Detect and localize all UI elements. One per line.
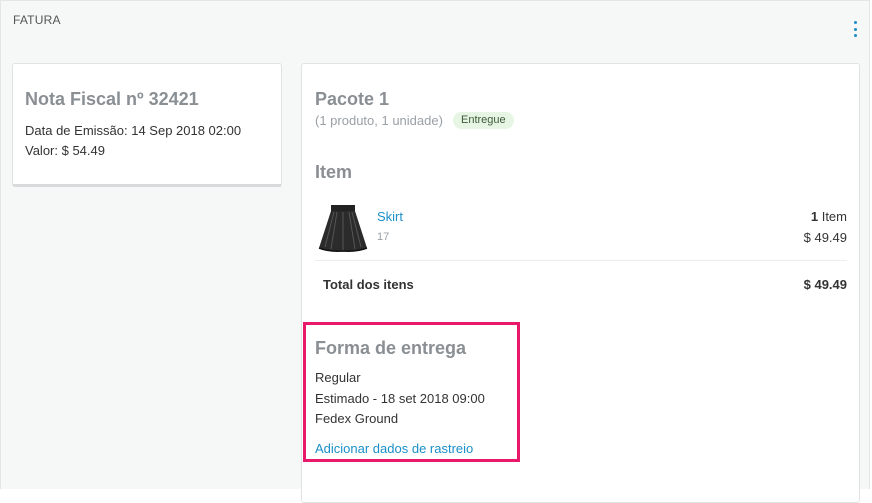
section-title: FATURA xyxy=(13,13,61,27)
divider xyxy=(315,260,847,261)
invoice-title: Nota Fiscal nº 32421 xyxy=(25,89,199,109)
invoice-value: Valor: $ 54.49 xyxy=(25,143,105,158)
item-name-link[interactable]: Skirt xyxy=(377,209,403,224)
item-quantity: 1 Item xyxy=(811,209,847,224)
items-heading: Item xyxy=(315,162,353,182)
package-title: Pacote 1 xyxy=(315,89,390,109)
item-qty-unit: Item xyxy=(821,209,847,224)
item-qty-number: 1 xyxy=(810,209,819,224)
status-badge: Entregue xyxy=(453,112,514,129)
emission-date: Data de Emissão: 14 Sep 2018 02:00 xyxy=(25,123,242,138)
invoice-panel: FATURA Nota Fiscal nº 32421 Data de Emis… xyxy=(0,0,870,503)
shipping-title: Forma de entrega xyxy=(315,338,467,358)
shipping-method: Regular xyxy=(315,370,361,385)
package-card: Pacote 1 (1 produto, 1 unidade) Entregue… xyxy=(301,63,860,503)
skirt-icon xyxy=(318,205,368,252)
total-value: $ 49.49 xyxy=(803,277,847,292)
total-label: Total dos itens xyxy=(323,277,414,292)
item-price: $ 49.49 xyxy=(803,230,847,245)
shipping-estimate: Estimado - 18 set 2018 09:00 xyxy=(315,391,485,406)
add-tracking-link[interactable]: Adicionar dados de rastreio xyxy=(315,441,473,456)
invoice-card: Nota Fiscal nº 32421 Data de Emissão: 14… xyxy=(12,63,282,187)
more-options-icon[interactable] xyxy=(852,21,858,37)
package-subtitle: (1 produto, 1 unidade) xyxy=(315,113,443,128)
shipping-carrier: Fedex Ground xyxy=(315,411,399,426)
item-code: 17 xyxy=(377,231,390,243)
